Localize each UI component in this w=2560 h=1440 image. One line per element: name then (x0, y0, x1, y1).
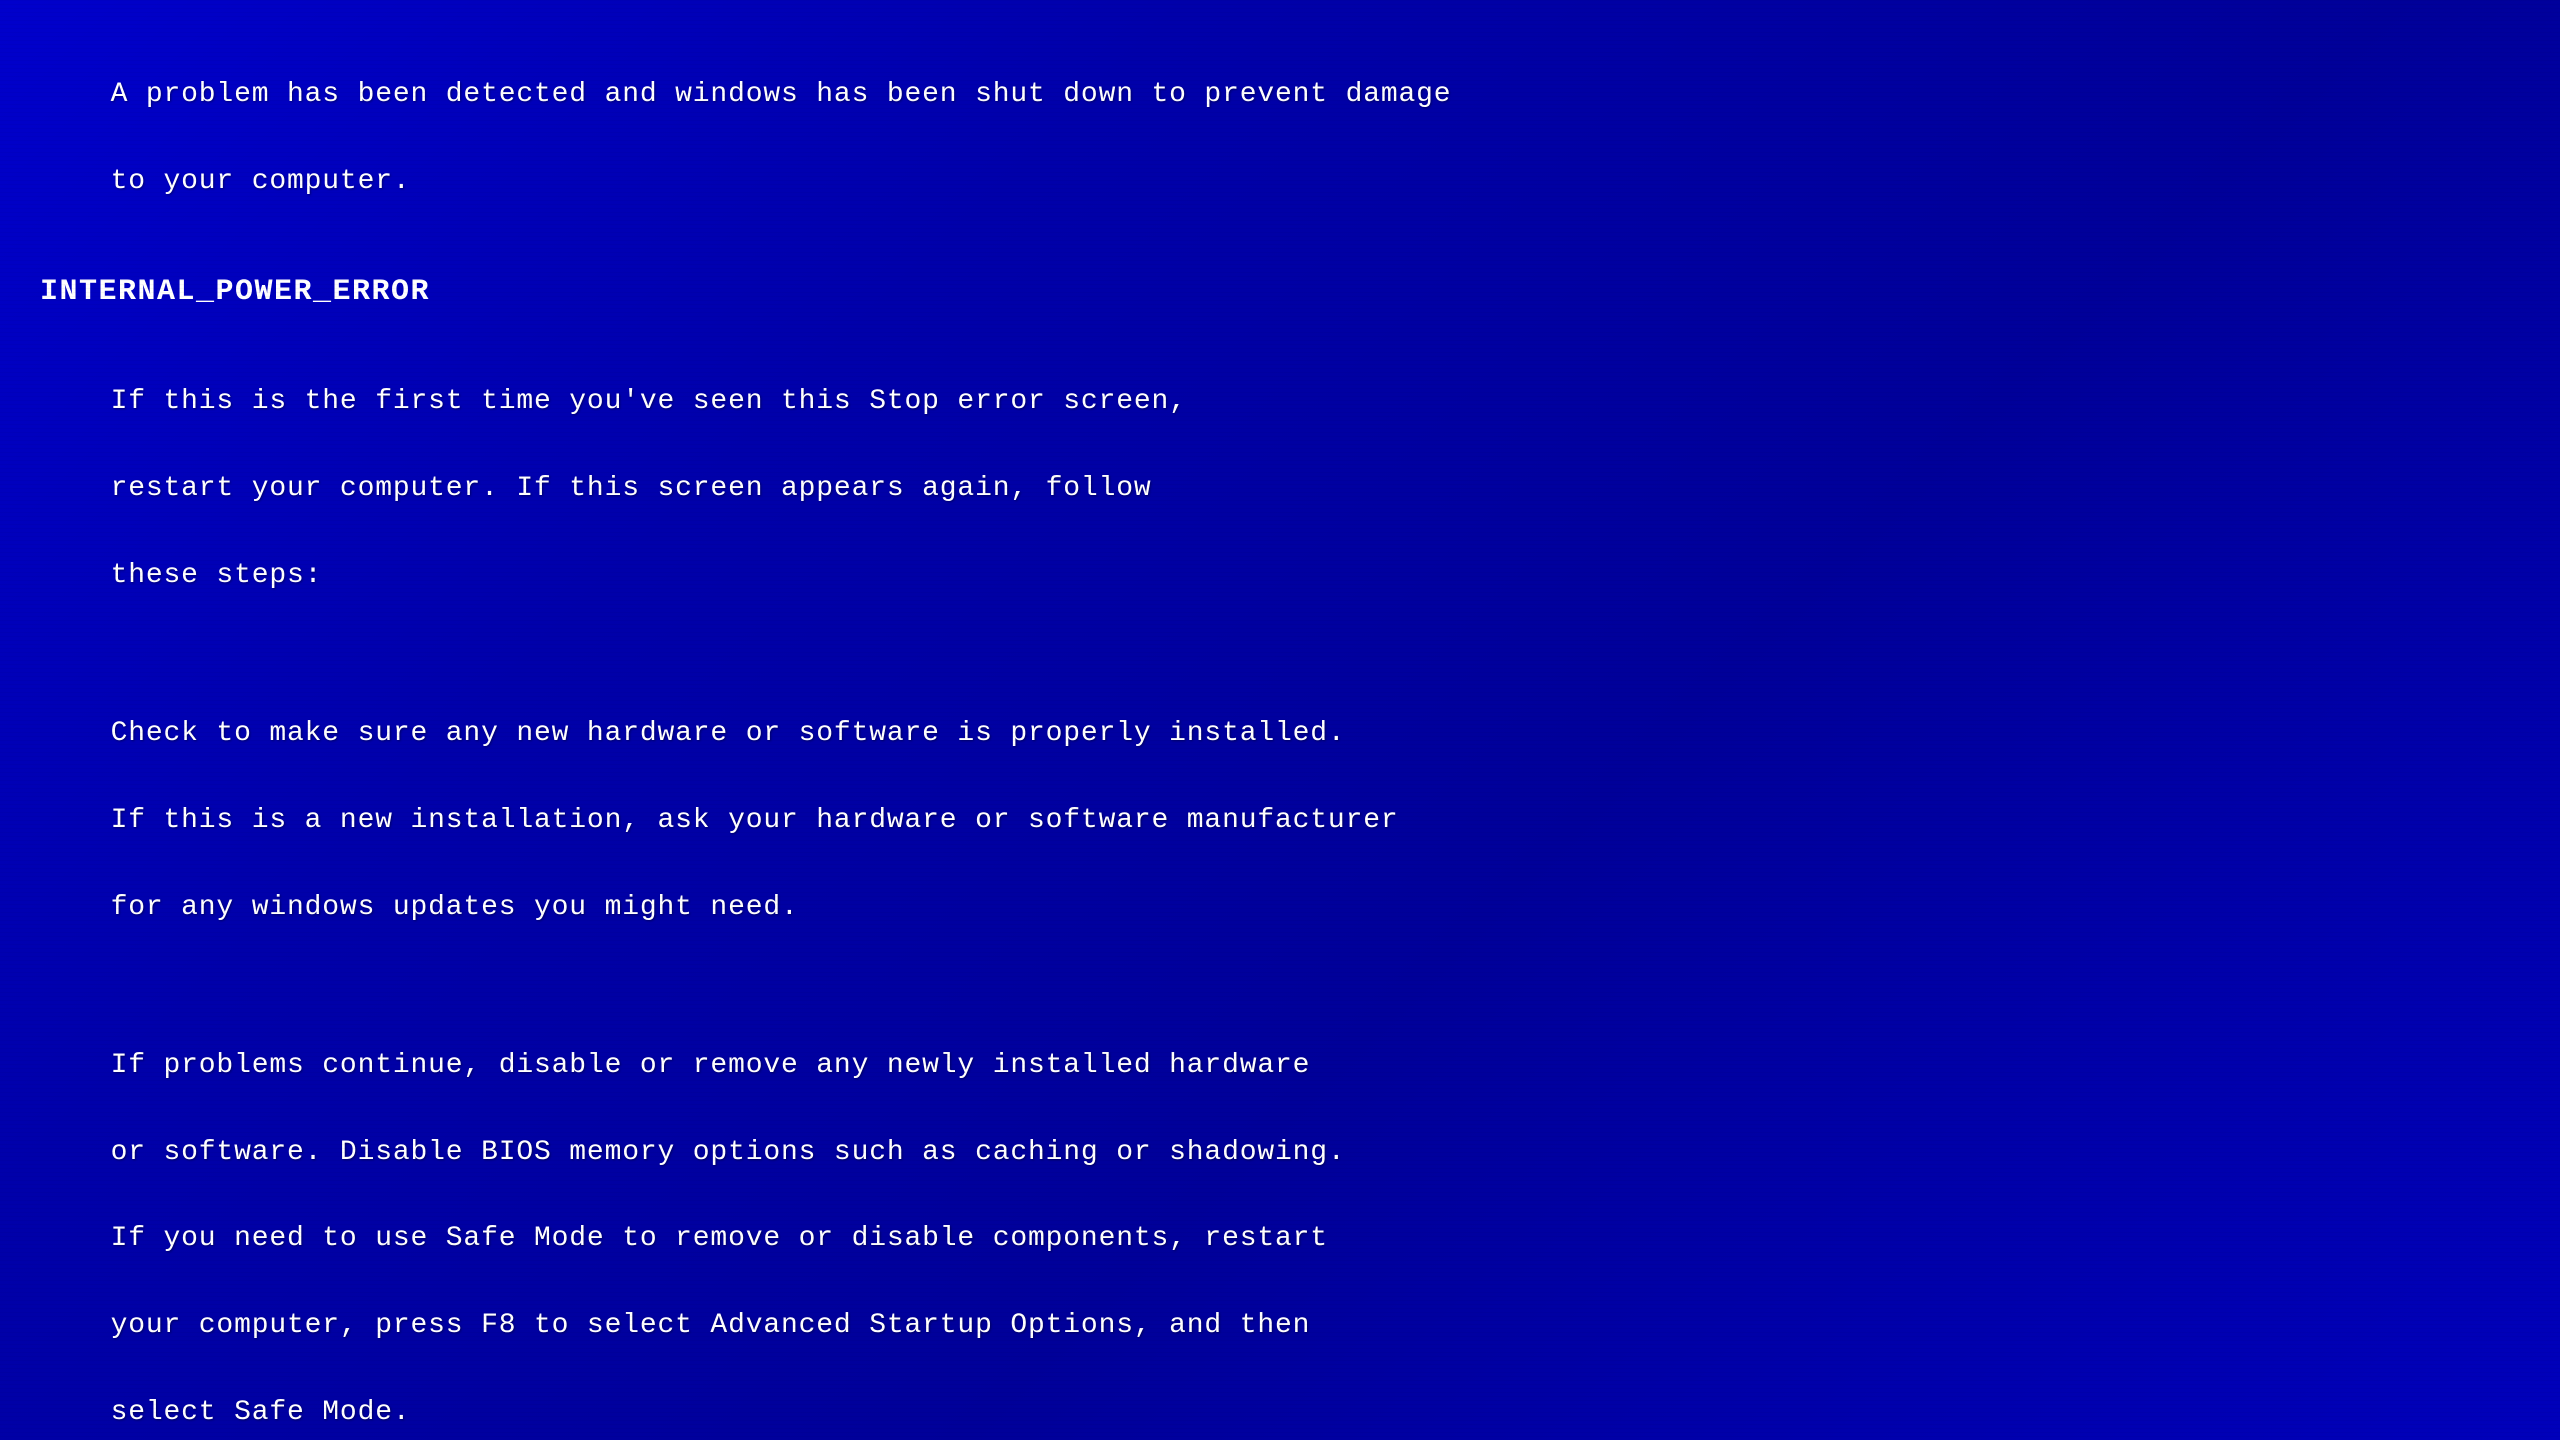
first-time-line1: If this is the first time you've seen th… (111, 386, 1187, 417)
safe-mode-line2: or software. Disable BIOS memory options… (111, 1137, 1346, 1168)
safe-mode-line5: select Safe Mode. (111, 1397, 411, 1428)
safe-mode-line1: If problems continue, disable or remove … (111, 1050, 1311, 1081)
first-time-line2: restart your computer. If this screen ap… (111, 473, 1152, 504)
hardware-line1: Check to make sure any new hardware or s… (111, 718, 1346, 749)
error-code: INTERNAL_POWER_ERROR (40, 275, 2520, 309)
safe-mode-line4: your computer, press F8 to select Advanc… (111, 1310, 1311, 1341)
hardware-line3: for any windows updates you might need. (111, 892, 799, 923)
hardware-section: Check to make sure any new hardware or s… (40, 669, 2520, 973)
bsod-screen: A problem has been detected and windows … (0, 0, 2560, 1440)
safe-mode-section: If problems continue, disable or remove … (40, 1000, 2520, 1440)
safe-mode-line3: If you need to use Safe Mode to remove o… (111, 1223, 1328, 1254)
intro-line2: to your computer. (111, 166, 411, 197)
first-time-line3: these steps: (111, 560, 323, 591)
hardware-line2: If this is a new installation, ask your … (111, 805, 1399, 836)
first-time-section: If this is the first time you've seen th… (40, 337, 2520, 641)
intro-section: A problem has been detected and windows … (40, 30, 2520, 247)
intro-line1: A problem has been detected and windows … (111, 79, 1452, 110)
